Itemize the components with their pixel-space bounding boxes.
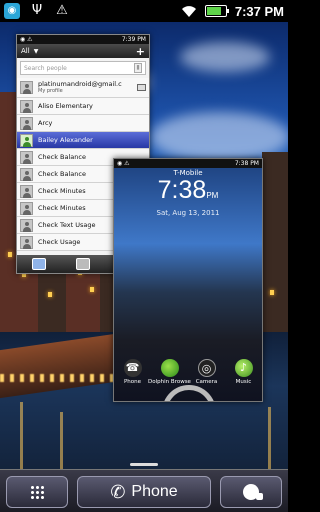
shortcut-camera[interactable]: ◎ Camera xyxy=(189,359,225,385)
lockscreen-shortcuts: ☎ Phone Dolphin Browse ◎ Camera ♪ Music xyxy=(114,359,262,385)
avatar xyxy=(20,81,33,94)
all-apps-button[interactable] xyxy=(6,476,68,508)
usb-icon: Ψ xyxy=(31,3,43,18)
home-dock: ✆ Phone xyxy=(0,469,288,512)
shortcut-label: Phone xyxy=(123,379,142,385)
phone-icon: ☎ xyxy=(123,359,142,377)
personalize-button[interactable] xyxy=(220,476,282,508)
contact-name: Bailey Alexander xyxy=(38,136,93,144)
chevron-down-icon[interactable]: ▼ xyxy=(34,48,39,55)
contact-name: Aliso Elementary xyxy=(38,102,93,110)
phone-button[interactable]: ✆ Phone xyxy=(77,476,211,508)
list-item[interactable]: Aliso Elementary xyxy=(17,98,149,115)
dolphin-icon xyxy=(160,359,179,377)
grid-icon xyxy=(30,485,44,499)
add-contact-icon[interactable]: + xyxy=(136,45,145,58)
contact-card-icon xyxy=(137,84,146,91)
shortcut-music[interactable]: ♪ Music xyxy=(226,359,262,385)
avatar xyxy=(20,133,33,147)
search-placeholder: Search people xyxy=(24,64,67,72)
phone-button-label: Phone xyxy=(131,483,178,500)
people-search-input[interactable]: Search people ▮ xyxy=(20,61,146,75)
lockscreen-clock: 7:38PM xyxy=(114,177,262,209)
contact-name: Check Text Usage xyxy=(38,221,96,229)
shortcut-label: Camera xyxy=(195,379,218,385)
avatar xyxy=(20,150,33,164)
warning-icon: ⚠ xyxy=(56,3,68,18)
personalize-icon xyxy=(243,484,263,500)
contact-name: Check Minutes xyxy=(38,187,86,195)
profile-subtitle: My profile xyxy=(38,87,63,94)
list-item[interactable]: Arcy xyxy=(17,115,149,132)
mic-icon[interactable]: ▮ xyxy=(134,63,142,73)
shortcut-label: Music xyxy=(235,379,252,385)
camera-icon: ◎ xyxy=(197,359,216,377)
tab-groups-icon[interactable] xyxy=(76,258,90,270)
people-filter-label[interactable]: All xyxy=(21,47,30,55)
wifi-icon xyxy=(181,4,197,18)
shortcut-phone[interactable]: ☎ Phone xyxy=(115,359,151,385)
lockscreen-ampm: PM xyxy=(206,191,219,200)
tab-people-icon[interactable] xyxy=(32,258,46,270)
contact-name: Check Balance xyxy=(38,153,86,161)
contact-name: Check Balance xyxy=(38,170,86,178)
avatar xyxy=(20,167,33,181)
avatar xyxy=(20,201,33,215)
drawer-handle[interactable] xyxy=(130,463,158,466)
shortcut-dolphin-browser[interactable]: Dolphin Browse xyxy=(148,359,191,385)
contact-name: Arcy xyxy=(38,119,53,127)
list-item-profile[interactable]: platinumandroid@gmail.c My profile xyxy=(17,78,149,98)
profile-email: platinumandroid@gmail.c xyxy=(38,79,122,88)
lockscreen-mini-status: ◉ ⚠ 7:38 PM xyxy=(114,159,262,168)
people-header: All ▼ + xyxy=(17,44,149,58)
shortcut-label: Dolphin Browse xyxy=(148,379,191,385)
avatar xyxy=(20,235,33,249)
lockscreen-time: 7:38 xyxy=(157,176,207,204)
phone-handset-icon: ✆ xyxy=(110,481,126,502)
avatar xyxy=(20,184,33,198)
lockscreen-date: Sat, Aug 13, 2011 xyxy=(156,209,220,217)
status-bar: ◉ Ψ ⚠ 7:37 PM xyxy=(0,0,288,22)
avatar xyxy=(20,116,33,130)
recent-app-lockscreen-card[interactable]: ◉ ⚠ 7:38 PM T-Mobile 7:38PM Sat, Aug 13, … xyxy=(113,158,263,402)
avatar xyxy=(20,99,33,113)
contact-name: Check Usage xyxy=(38,238,81,246)
status-clock: 7:37 PM xyxy=(234,3,284,19)
people-mini-status: ◉ ⚠ 7:39 PM xyxy=(17,35,149,44)
unlock-ring-icon[interactable] xyxy=(162,385,216,401)
avatar xyxy=(20,218,33,232)
music-icon: ♪ xyxy=(234,359,253,377)
app-notification-icon[interactable]: ◉ xyxy=(4,3,20,19)
battery-charging-icon xyxy=(204,5,229,17)
contact-name: Check Minutes xyxy=(38,204,86,212)
list-item-selected[interactable]: Bailey Alexander xyxy=(17,132,149,149)
